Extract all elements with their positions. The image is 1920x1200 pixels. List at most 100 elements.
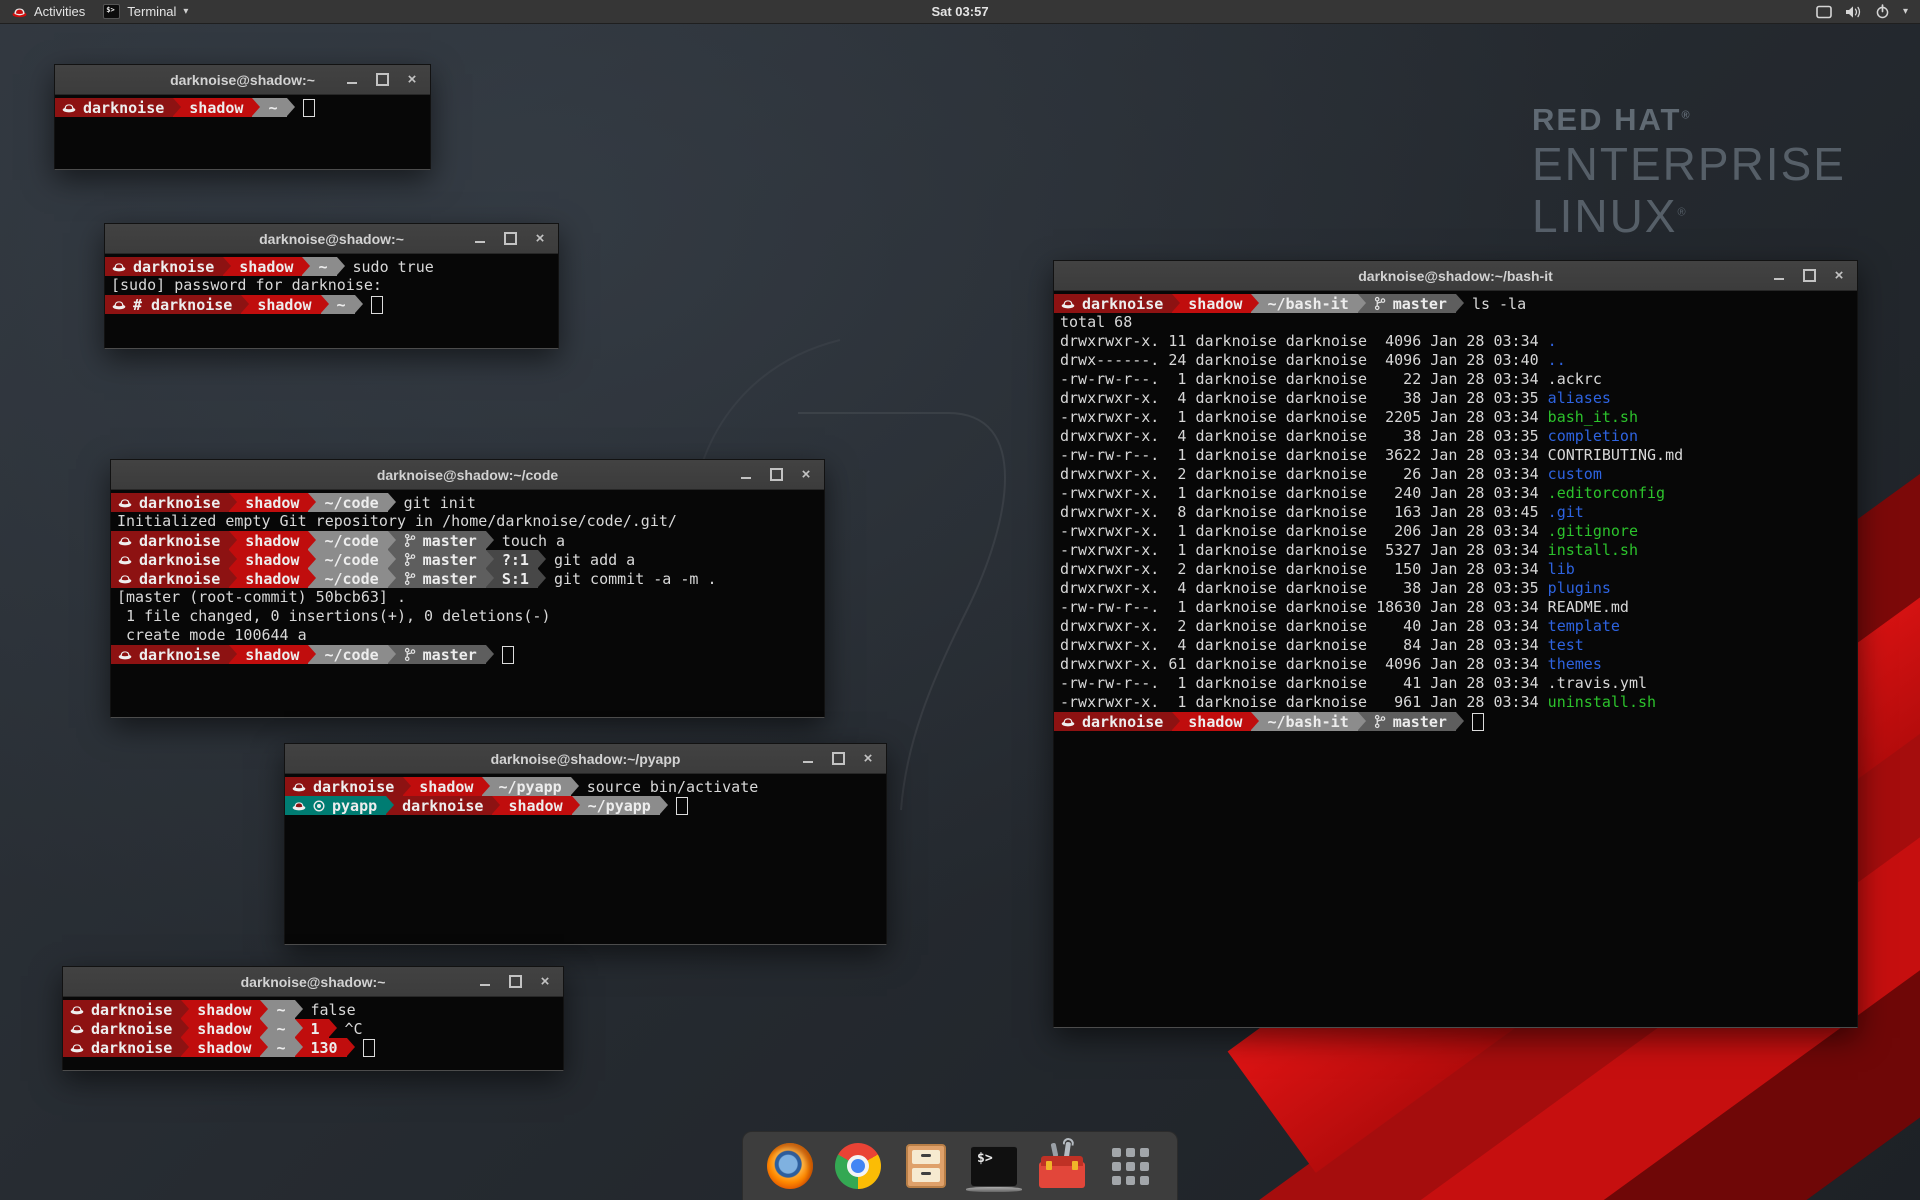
prompt-segment-host: shadow — [229, 493, 308, 512]
prompt-segment-label: ~ — [318, 258, 327, 276]
terminal-body[interactable]: darknoiseshadow~/codegit initInitialized… — [111, 490, 824, 717]
ls-row: -rw-rw-r--. 1 darknoise darknoise 18630 … — [1054, 598, 1857, 617]
redhat-hat-icon — [70, 1042, 84, 1053]
maximize-button[interactable] — [830, 751, 846, 767]
window-titlebar[interactable]: darknoise@shadow:~/code× — [111, 460, 824, 490]
maximize-button[interactable] — [374, 72, 390, 88]
dock-terminal[interactable]: $> — [969, 1141, 1019, 1191]
system-status-area[interactable]: ▾ — [1816, 4, 1920, 19]
dock-files[interactable] — [901, 1141, 951, 1191]
terminal-window[interactable]: darknoise@shadow:~×darknoiseshadow~false… — [62, 966, 564, 1071]
maximize-button[interactable] — [502, 231, 518, 247]
prompt-segment-path: ~/code — [308, 645, 387, 664]
close-button[interactable]: × — [798, 467, 814, 483]
prompt-segment-path: ~/pyapp — [572, 796, 660, 815]
terminal-body[interactable]: darknoiseshadow~ — [55, 95, 430, 169]
minimize-button[interactable] — [344, 72, 360, 88]
ls-name: README.md — [1548, 598, 1629, 616]
prompt-segment-user: darknoise — [111, 493, 229, 512]
prompt-segment-label: # darknoise — [133, 296, 232, 314]
maximize-button[interactable] — [1801, 268, 1817, 284]
prompt-segment-label: darknoise — [1082, 295, 1163, 313]
window-titlebar[interactable]: darknoise@shadow:~/bash-it × — [1054, 261, 1857, 291]
prompt-segment-host: shadow — [492, 796, 571, 815]
command-text: git add a — [554, 551, 635, 569]
prompt-segment-label: shadow — [245, 494, 299, 512]
terminal-body[interactable]: darknoiseshadow~falsedarknoiseshadow~1^C… — [63, 997, 563, 1070]
prompt-segment-label: ~/code — [324, 551, 378, 569]
redhat-hat-icon — [292, 781, 306, 792]
prompt-segment-label: pyapp — [332, 797, 377, 815]
clock[interactable]: Sat 03:57 — [931, 4, 988, 19]
maximize-button[interactable] — [507, 974, 523, 990]
dock-toolbox[interactable] — [1037, 1141, 1087, 1191]
app-menu-terminal[interactable]: $> Terminal ▾ — [97, 0, 200, 23]
terminal-window[interactable]: darknoise@shadow:~/code×darknoiseshadow~… — [110, 459, 825, 718]
prompt-segment-user: darknoise — [111, 645, 229, 664]
terminal-output-line: Initialized empty Git repository in /hom… — [111, 512, 824, 531]
command-text: ^C — [345, 1020, 363, 1038]
close-button[interactable]: × — [537, 974, 553, 990]
prompt-segment-label: shadow — [197, 1020, 251, 1038]
window-titlebar[interactable]: darknoise@shadow:~× — [55, 65, 430, 95]
prompt-segment-label: darknoise — [139, 646, 220, 664]
terminal-window[interactable]: darknoise@shadow:~/pyapp×darknoiseshadow… — [284, 743, 887, 945]
close-button[interactable]: × — [1831, 268, 1847, 284]
dock-app-grid[interactable] — [1105, 1141, 1155, 1191]
prompt-segment-label: shadow — [197, 1001, 251, 1019]
window-title: darknoise@shadow:~/bash-it — [1358, 268, 1553, 284]
ls-meta: -rwxrwxr-x. 1 darknoise darknoise 5327 J… — [1060, 541, 1548, 559]
ls-row: -rw-rw-r--. 1 darknoise darknoise 3622 J… — [1054, 446, 1857, 465]
minimize-button[interactable] — [472, 231, 488, 247]
terminal-body[interactable]: darknoiseshadow~sudo true[sudo] password… — [105, 254, 558, 348]
prompt-segment-user: darknoise — [111, 531, 229, 550]
ls-meta: drwxrwxr-x. 4 darknoise darknoise 38 Jan… — [1060, 389, 1548, 407]
prompt-segment-label: shadow — [245, 570, 299, 588]
terminal-body[interactable]: darknoiseshadow~/bash-itmasterls -latota… — [1054, 291, 1857, 1027]
close-button[interactable]: × — [860, 751, 876, 767]
dock-chrome[interactable] — [833, 1141, 883, 1191]
window-titlebar[interactable]: darknoise@shadow:~× — [63, 967, 563, 997]
prompt-segment-host: shadow — [181, 1019, 260, 1038]
prompt-segment-host: shadow — [229, 550, 308, 569]
ls-name: bash_it.sh — [1548, 408, 1638, 426]
terminal-window[interactable]: darknoise@shadow:~×darknoiseshadow~ — [54, 64, 431, 170]
prompt-segment-label: master — [1393, 295, 1447, 313]
minimize-button[interactable] — [738, 467, 754, 483]
git-branch-icon — [404, 552, 416, 567]
window-titlebar[interactable]: darknoise@shadow:~× — [105, 224, 558, 254]
terminal-window[interactable]: darknoise@shadow:~×darknoiseshadow~sudo … — [104, 223, 559, 349]
ls-row: -rwxrwxr-x. 1 darknoise darknoise 2205 J… — [1054, 408, 1857, 427]
terminal-window[interactable]: darknoise@shadow:~/bash-it × darknoiseshad… — [1053, 260, 1858, 1028]
prompt-segment-host: shadow — [223, 257, 302, 276]
prompt-segment-host: shadow — [229, 645, 308, 664]
terminal-cursor — [676, 797, 688, 815]
ls-row: drwxrwxr-x. 2 darknoise darknoise 40 Jan… — [1054, 617, 1857, 636]
terminal-cursor — [363, 1039, 375, 1057]
maximize-button[interactable] — [768, 467, 784, 483]
activities-button[interactable]: Activities — [0, 0, 97, 23]
ls-meta: drwxrwxr-x. 11 darknoise darknoise 4096 … — [1060, 332, 1548, 350]
ls-meta: -rwxrwxr-x. 1 darknoise darknoise 240 Ja… — [1060, 484, 1548, 502]
ls-name: themes — [1548, 655, 1602, 673]
close-button[interactable]: × — [404, 72, 420, 88]
prompt-segment-label: master — [423, 532, 477, 550]
dock-firefox[interactable] — [765, 1141, 815, 1191]
close-button[interactable]: × — [532, 231, 548, 247]
ls-name: test — [1548, 636, 1584, 654]
prompt-segment-label: shadow — [508, 797, 562, 815]
window-controls: × — [1771, 261, 1847, 290]
prompt-segment-label: shadow — [197, 1039, 251, 1057]
ls-name: template — [1548, 617, 1620, 635]
terminal-body[interactable]: darknoiseshadow~/pyappsource bin/activat… — [285, 774, 886, 944]
minimize-button[interactable] — [800, 751, 816, 767]
prompt-segment-label: ~/pyapp — [498, 778, 561, 796]
ls-name: .ackrc — [1548, 370, 1602, 388]
terminal-prompt-line: darknoiseshadow~/codemasterS:1git commit… — [111, 569, 824, 588]
ls-meta: -rw-rw-r--. 1 darknoise darknoise 3622 J… — [1060, 446, 1548, 464]
window-titlebar[interactable]: darknoise@shadow:~/pyapp× — [285, 744, 886, 774]
prompt-segment-label: ~ — [276, 1001, 285, 1019]
prompt-segment-label: master — [423, 551, 477, 569]
minimize-button[interactable] — [477, 974, 493, 990]
minimize-button[interactable] — [1771, 268, 1787, 284]
